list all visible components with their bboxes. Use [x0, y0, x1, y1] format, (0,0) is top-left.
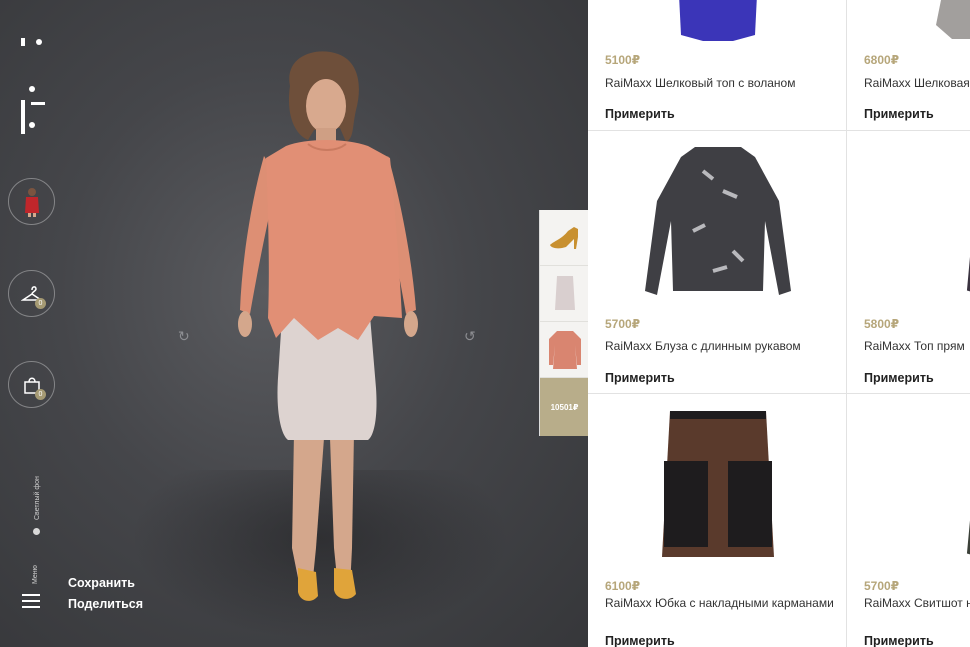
outfit-total-price: 10501₽ [540, 378, 588, 436]
product-card[interactable]: 6100₽ RaiMaxx Юбка с накладными карманам… [588, 394, 847, 647]
try-on-button[interactable]: Примерить [605, 107, 675, 121]
wardrobe-button[interactable]: 0 [8, 270, 55, 317]
product-card[interactable]: 6800₽ RaiMaxx Шелковая Примерить [847, 0, 970, 131]
product-title: RaiMaxx Шелковая [864, 76, 970, 90]
product-card[interactable]: 5100₽ RaiMaxx Шелковый топ с воланом При… [588, 0, 847, 131]
share-button[interactable]: Поделиться [68, 597, 143, 611]
logo-dot [29, 122, 35, 128]
logo-dot [36, 39, 42, 45]
product-price: 5100₽ [605, 53, 641, 67]
logo-bar-bottom [21, 100, 25, 134]
product-title: RaiMaxx Свитшот низом [864, 596, 970, 610]
background-toggle[interactable] [33, 528, 40, 535]
cart-count-badge: 0 [35, 389, 46, 400]
save-button[interactable]: Сохранить [68, 576, 135, 590]
product-price: 6800₽ [864, 53, 900, 67]
try-on-button[interactable]: Примерить [864, 107, 934, 121]
avatar-thumbnail-button[interactable] [8, 178, 55, 225]
outfit-item-skirt[interactable] [540, 266, 588, 322]
try-on-button[interactable]: Примерить [864, 634, 934, 647]
logo-bar-mid [31, 102, 45, 105]
product-title: RaiMaxx Шелковый топ с воланом [605, 76, 796, 90]
logo-dot [29, 86, 35, 92]
product-image [588, 131, 847, 311]
rotate-left-icon[interactable]: ↻ [178, 329, 192, 343]
skirt-icon [554, 275, 575, 310]
menu-icon[interactable] [22, 594, 40, 608]
product-price: 5700₽ [864, 579, 900, 593]
outfit-item-blouse[interactable] [540, 322, 588, 378]
background-toggle-label: Светлый фон [34, 476, 41, 520]
product-price: 6100₽ [605, 579, 641, 593]
outfit-item-shoes[interactable] [540, 210, 588, 266]
product-title: RaiMaxx Блуза с длинным рукавом [605, 339, 801, 353]
product-image [847, 131, 970, 311]
cart-button[interactable]: 0 [8, 361, 55, 408]
rotate-right-icon[interactable]: ↺ [464, 329, 478, 343]
product-image [588, 0, 847, 45]
avatar-stage: 0 0 Светлый фон Меню Сохранить Поделитьс… [0, 0, 588, 647]
outfit-strip: 10501₽ [539, 210, 588, 436]
product-card[interactable]: 5700₽ RaiMaxx Блуза с длинным рукавом Пр… [588, 131, 847, 394]
avatar-thumbnail-icon [24, 187, 39, 217]
product-card[interactable]: 5800₽ RaiMaxx Топ прям Примерить [847, 131, 970, 394]
try-on-button[interactable]: Примерить [605, 634, 675, 647]
try-on-button[interactable]: Примерить [864, 371, 934, 385]
menu-label: Меню [32, 565, 39, 584]
product-image [847, 0, 970, 45]
product-title: RaiMaxx Юбка с накладными карманами [605, 596, 834, 610]
avatar-model [238, 51, 418, 601]
logo-bar-top [21, 38, 25, 46]
product-price: 5800₽ [864, 317, 900, 331]
product-catalog: 5100₽ RaiMaxx Шелковый топ с воланом При… [588, 0, 970, 647]
heels-icon [549, 226, 578, 249]
blouse-icon [548, 330, 581, 369]
product-price: 5700₽ [605, 317, 641, 331]
wardrobe-count-badge: 0 [35, 298, 46, 309]
brand-logo[interactable] [19, 38, 45, 134]
try-on-button[interactable]: Примерить [605, 371, 675, 385]
product-card[interactable]: 5700₽ RaiMaxx Свитшот низом Примерить [847, 394, 970, 647]
product-image [847, 394, 970, 574]
product-title: RaiMaxx Топ прям [864, 339, 965, 353]
product-image [588, 394, 847, 574]
